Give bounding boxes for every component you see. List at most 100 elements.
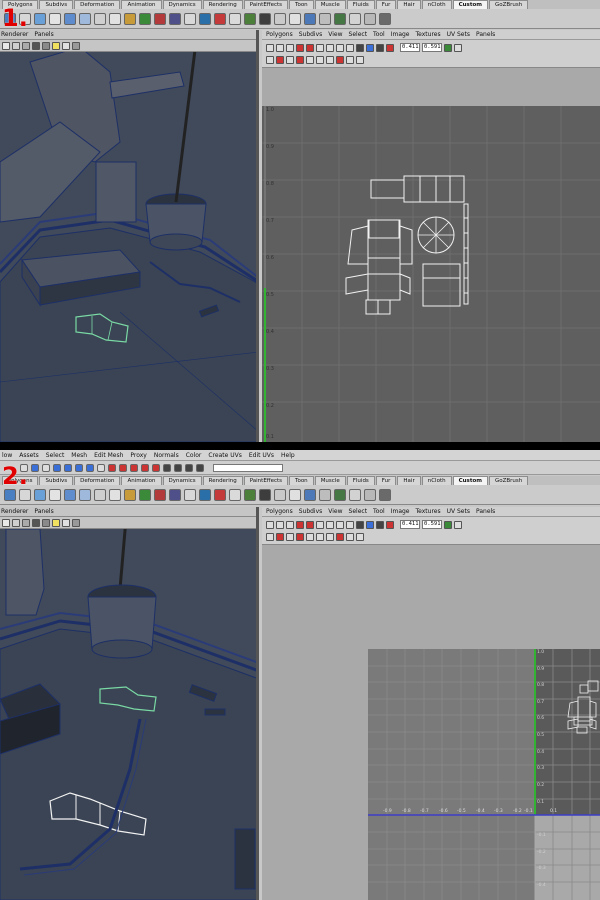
shelf-tool-icon[interactable] <box>49 488 61 501</box>
uv-delete-icon[interactable] <box>336 533 344 541</box>
shelf-tool-icon[interactable] <box>274 488 286 501</box>
viewport-menu-renderer[interactable]: Renderer <box>1 508 28 515</box>
status-tool-icon[interactable] <box>174 463 182 472</box>
shelf-tool-icon[interactable] <box>379 12 391 25</box>
shelf-tool-icon[interactable] <box>214 488 226 501</box>
shelf-tab-muscle[interactable]: Muscle <box>314 0 346 9</box>
menu-item-normals[interactable]: Normals <box>154 452 179 459</box>
isolate-icon[interactable] <box>72 518 80 527</box>
shelf-tool-icon[interactable] <box>64 488 76 501</box>
shelf-tool-icon[interactable] <box>139 12 151 25</box>
uv-isolate-icon[interactable] <box>266 533 274 541</box>
uv-straighten-icon[interactable] <box>286 56 294 64</box>
uv-grid-icon[interactable] <box>346 43 354 52</box>
shaded-icon[interactable] <box>32 41 40 50</box>
uv-unfold-icon[interactable] <box>296 56 304 64</box>
3d-viewport[interactable]: Renderer Panels <box>0 30 259 442</box>
status-tool-icon[interactable] <box>119 463 127 472</box>
status-tool-icon[interactable] <box>97 463 105 472</box>
shelf-tab-animation[interactable]: Animation <box>121 0 162 9</box>
status-tool-icon[interactable] <box>64 463 72 472</box>
uv-shade-icon[interactable] <box>366 43 374 52</box>
uv-sew-icon[interactable] <box>326 520 334 529</box>
shelf-tab-subdivs[interactable]: Subdivs <box>39 476 74 485</box>
menu-item-assets[interactable]: Assets <box>19 452 39 459</box>
menu-item-window[interactable]: low <box>2 452 12 459</box>
shelf-tab-ncloth[interactable]: nCloth <box>421 476 452 485</box>
uv-menu-image[interactable]: Image <box>391 508 410 515</box>
shelf-tool-icon[interactable] <box>34 488 46 501</box>
textured-icon[interactable] <box>42 41 50 50</box>
uv-grid-snap-icon[interactable] <box>356 533 364 541</box>
status-tool-icon[interactable] <box>130 463 138 472</box>
status-tool-icon[interactable] <box>185 463 193 472</box>
shelf-tool-icon[interactable] <box>4 488 16 501</box>
shelf-tab-fur[interactable]: Fur <box>375 0 397 9</box>
shelf-tab-custom[interactable]: Custom <box>452 476 488 485</box>
menu-item-mesh[interactable]: Mesh <box>71 452 87 459</box>
uv-layout-icon[interactable] <box>336 520 344 529</box>
shelf-tab-rendering[interactable]: Rendering <box>202 476 243 485</box>
uv-menu-panels[interactable]: Panels <box>476 508 495 515</box>
uv-menu-polygons[interactable]: Polygons <box>266 31 293 38</box>
shelf-tool-icon[interactable] <box>199 12 211 25</box>
uv-rotate-cw-icon[interactable] <box>306 520 314 529</box>
uv-rotate-ccw-icon[interactable] <box>296 520 304 529</box>
shelf-tool-icon[interactable] <box>139 488 151 501</box>
shelf-tab-toon[interactable]: Toon <box>289 0 314 9</box>
menu-item-edit-mesh[interactable]: Edit Mesh <box>94 452 123 459</box>
shelf-tab-deformation[interactable]: Deformation <box>74 476 121 485</box>
status-tool-icon[interactable] <box>108 463 116 472</box>
light-icon[interactable] <box>52 518 60 527</box>
uv-grid-icon[interactable] <box>346 520 354 529</box>
status-tool-icon[interactable] <box>163 463 171 472</box>
shelf-tool-icon[interactable] <box>289 12 301 25</box>
shelf-tool-icon[interactable] <box>379 488 391 501</box>
uv-copy-icon[interactable] <box>444 520 452 529</box>
menu-item-help[interactable]: Help <box>281 452 295 459</box>
uv-rotate-icon[interactable] <box>286 520 294 529</box>
uv-rotate-ccw-icon[interactable] <box>296 43 304 52</box>
uv-layout-icon[interactable] <box>336 43 344 52</box>
camera-icon[interactable] <box>2 518 10 527</box>
shelf-tool-icon[interactable] <box>184 488 196 501</box>
uv-menu-tool[interactable]: Tool <box>373 508 385 515</box>
3d-viewport[interactable]: Renderer Panels <box>0 507 259 900</box>
shelf-tool-icon[interactable] <box>199 488 211 501</box>
uv-rotate-cw-icon[interactable] <box>306 43 314 52</box>
shelf-tool-icon[interactable] <box>94 488 106 501</box>
shelf-tab-rendering[interactable]: Rendering <box>202 0 243 9</box>
textured-icon[interactable] <box>42 518 50 527</box>
uv-move-icon[interactable] <box>276 43 284 52</box>
shelf-tab-hair[interactable]: Hair <box>397 0 421 9</box>
uv-flip-icon[interactable] <box>276 56 284 64</box>
shelf-tool-icon[interactable] <box>364 12 376 25</box>
shelf-tab-dynamics[interactable]: Dynamics <box>162 476 202 485</box>
uv-align-icon[interactable] <box>316 56 324 64</box>
uv-delete-icon[interactable] <box>336 56 344 64</box>
camera-icon[interactable] <box>2 41 10 50</box>
uv-unfold-icon[interactable] <box>296 533 304 541</box>
shelf-tool-icon[interactable] <box>154 12 166 25</box>
shelf-tool-icon[interactable] <box>94 12 106 25</box>
shelf-tab-animation[interactable]: Animation <box>121 476 162 485</box>
uv-move-icon[interactable] <box>276 520 284 529</box>
status-tool-icon[interactable] <box>141 463 149 472</box>
shelf-tool-icon[interactable] <box>154 488 166 501</box>
uv-menu-textures[interactable]: Textures <box>416 31 441 38</box>
uv-dim-icon[interactable] <box>376 43 384 52</box>
isolate-icon[interactable] <box>72 41 80 50</box>
shelf-tool-icon[interactable] <box>349 12 361 25</box>
shelf-tab-hair[interactable]: Hair <box>397 476 421 485</box>
u-value-field[interactable]: 0.411 <box>400 43 420 52</box>
menu-item-edit-uvs[interactable]: Edit UVs <box>249 452 274 459</box>
status-tool-icon[interactable] <box>42 463 50 472</box>
uv-snap-icon[interactable] <box>386 520 394 529</box>
uv-rotate-icon[interactable] <box>286 43 294 52</box>
uv-viewport[interactable]: 1.0 0.9 0.8 0.7 0.6 0.5 0.4 0.3 0.2 0.1 … <box>262 545 600 900</box>
u-value-field[interactable]: 0.411 <box>400 520 420 529</box>
shelf-tab-fluids[interactable]: Fluids <box>346 0 375 9</box>
menu-item-create-uvs[interactable]: Create UVs <box>208 452 241 459</box>
shelf-tool-icon[interactable] <box>244 488 256 501</box>
uv-copy-icon[interactable] <box>444 43 452 52</box>
